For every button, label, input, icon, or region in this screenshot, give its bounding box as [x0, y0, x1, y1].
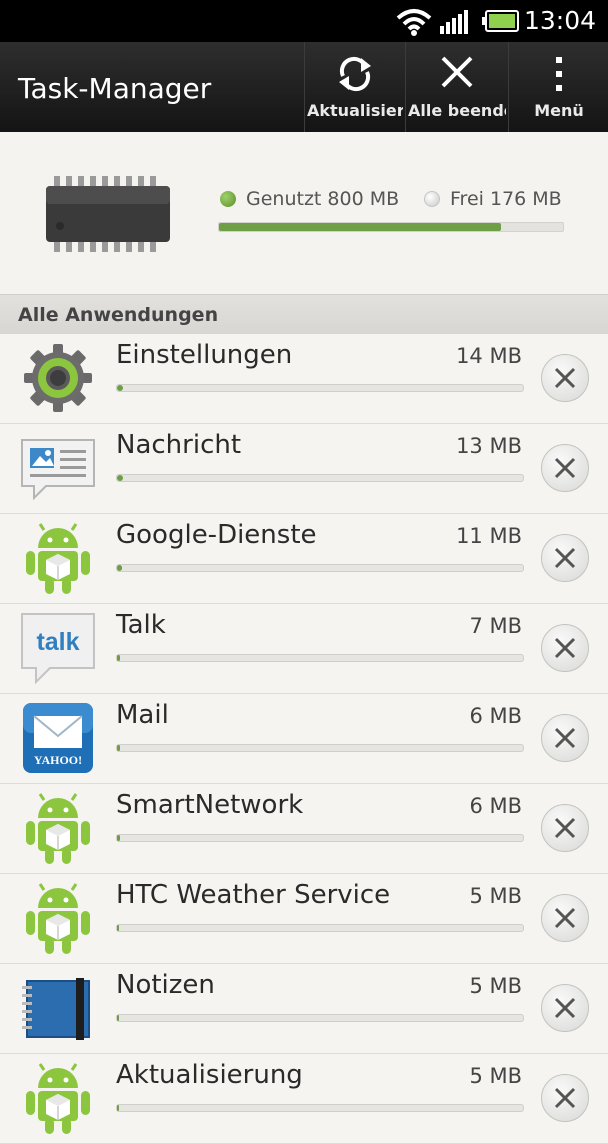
close-all-button[interactable]: Alle beenden [405, 42, 508, 132]
free-dot-icon [424, 191, 440, 207]
settings-gear-icon [20, 340, 96, 416]
end-task-button[interactable] [541, 354, 589, 402]
end-task-button[interactable] [541, 984, 589, 1032]
end-task-button[interactable] [541, 534, 589, 582]
end-task-button[interactable] [541, 444, 589, 492]
end-task-button[interactable] [541, 894, 589, 942]
app-name: HTC Weather Service [116, 880, 391, 910]
svg-text:YAHOO!: YAHOO! [34, 753, 82, 767]
app-row[interactable]: talk Talk 7 MB [0, 604, 608, 694]
section-title: Alle Anwendungen [18, 304, 219, 326]
memory-panel: Genutzt 800 MB Frei 176 MB [0, 132, 608, 294]
app-memory-size: 5 MB [469, 1064, 522, 1088]
app-row[interactable]: Nachricht 13 MB [0, 424, 608, 514]
app-row[interactable]: Google-Dienste 11 MB [0, 514, 608, 604]
app-row[interactable]: Aktualisierung 5 MB [0, 1054, 608, 1144]
app-memory-bar [116, 1104, 524, 1112]
app-memory-bar [116, 654, 524, 662]
app-memory-fill [117, 835, 120, 841]
app-name: Einstellungen [116, 340, 293, 370]
android-icon [20, 520, 96, 596]
app-row[interactable]: SmartNetwork 6 MB [0, 784, 608, 874]
app-memory-bar [116, 924, 524, 932]
memory-chip-icon [46, 176, 170, 252]
app-memory-fill [117, 655, 121, 661]
app-name: Notizen [116, 970, 215, 1000]
memory-free-legend: Frei 176 MB [424, 188, 562, 210]
app-memory-size: 5 MB [469, 884, 522, 908]
status-bar: 13:04 [0, 0, 608, 42]
app-name: SmartNetwork [116, 790, 304, 820]
app-memory-fill [117, 565, 123, 571]
app-name: Aktualisierung [116, 1060, 303, 1090]
app-memory-size: 13 MB [456, 434, 522, 458]
notebook-icon [20, 970, 96, 1046]
app-memory-fill [117, 475, 124, 481]
page-title: Task-Manager [18, 72, 212, 105]
used-dot-icon [220, 191, 236, 207]
memory-used-legend: Genutzt 800 MB [220, 188, 399, 210]
app-row[interactable]: YAHOO! Mail 6 MB [0, 694, 608, 784]
close-all-label: Alle beenden [408, 101, 506, 120]
app-row[interactable]: Einstellungen 14 MB [0, 334, 608, 424]
memory-usage-fill [219, 223, 501, 231]
clock: 13:04 [523, 6, 596, 35]
app-memory-fill [117, 1105, 120, 1111]
app-memory-bar [116, 744, 524, 752]
end-task-button[interactable] [541, 804, 589, 852]
app-memory-size: 14 MB [456, 344, 522, 368]
menu-label: Menü [534, 101, 584, 120]
app-memory-bar [116, 384, 524, 392]
android-icon [20, 1060, 96, 1136]
app-name: Google-Dienste [116, 520, 317, 550]
app-memory-bar [116, 834, 524, 842]
app-memory-bar [116, 564, 524, 572]
signal-icon [440, 10, 468, 34]
refresh-label: Aktualisieren [307, 101, 403, 120]
app-memory-size: 7 MB [469, 614, 522, 638]
refresh-button[interactable]: Aktualisieren [304, 42, 405, 132]
close-all-icon [441, 56, 473, 88]
android-icon [20, 790, 96, 866]
memory-used-label: Genutzt 800 MB [246, 188, 400, 210]
talk-icon: talk [20, 610, 96, 686]
action-bar: Task-Manager Aktualisieren Alle beenden … [0, 42, 608, 132]
app-name: Talk [116, 610, 166, 640]
memory-usage-bar [218, 222, 564, 232]
app-row[interactable]: HTC Weather Service 5 MB [0, 874, 608, 964]
menu-icon [556, 57, 562, 91]
app-memory-size: 6 MB [469, 704, 522, 728]
app-memory-bar [116, 1014, 524, 1022]
app-memory-size: 5 MB [469, 974, 522, 998]
android-icon [20, 880, 96, 956]
app-memory-size: 11 MB [456, 524, 522, 548]
yahoo-mail-icon: YAHOO! [20, 700, 96, 776]
message-icon [20, 430, 96, 506]
app-memory-fill [117, 385, 124, 391]
end-task-button[interactable] [541, 1074, 589, 1122]
app-memory-bar [116, 474, 524, 482]
end-task-button[interactable] [541, 624, 589, 672]
app-memory-size: 6 MB [469, 794, 522, 818]
battery-icon [482, 10, 519, 32]
app-row[interactable]: Notizen 5 MB [0, 964, 608, 1054]
wifi-icon [396, 9, 432, 36]
app-memory-fill [117, 925, 120, 931]
end-task-button[interactable] [541, 714, 589, 762]
section-header: Alle Anwendungen [0, 294, 608, 336]
app-name: Mail [116, 700, 169, 730]
app-memory-fill [117, 1015, 120, 1021]
menu-button[interactable]: Menü [508, 42, 608, 132]
app-list: Einstellungen 14 MB Nachricht 13 MB Google-D… [0, 334, 608, 1144]
svg-text:talk: talk [36, 628, 79, 656]
app-name: Nachricht [116, 430, 242, 460]
app-memory-fill [117, 745, 120, 751]
memory-free-label: Frei 176 MB [450, 188, 562, 210]
refresh-icon [339, 56, 371, 92]
